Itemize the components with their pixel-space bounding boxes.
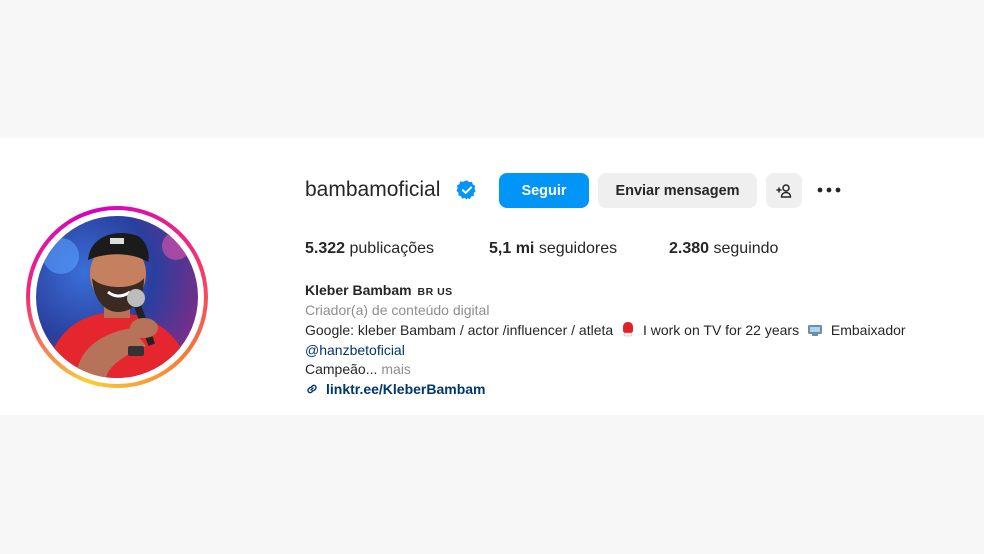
name-flags: BR US xyxy=(417,286,453,298)
more-options-icon[interactable] xyxy=(815,180,843,200)
avatar[interactable] xyxy=(36,216,198,378)
avatar-photo-illustration xyxy=(43,232,190,378)
boxing-glove-icon xyxy=(623,322,634,337)
bio-more-button[interactable]: mais xyxy=(381,361,411,377)
link-icon xyxy=(307,384,317,394)
send-message-button[interactable]: Enviar mensagem xyxy=(598,173,757,208)
profile-avatar-story-ring[interactable] xyxy=(26,206,208,388)
follow-button[interactable]: Seguir xyxy=(499,173,589,208)
profile-category: Criador(a) de conteúdo digital xyxy=(305,302,490,318)
bio-text: Google: kleber Bambam / actor /influence… xyxy=(305,322,906,338)
bio-mention-link[interactable]: @hanzbetoficial xyxy=(305,342,405,358)
tv-icon xyxy=(807,325,822,336)
following-count[interactable]: 2.380 seguindo xyxy=(669,240,778,258)
profile-full-name: Kleber Bambam BR US xyxy=(305,282,453,298)
add-user-icon xyxy=(776,183,792,198)
followers-count[interactable]: 5,1 mi seguidores xyxy=(489,240,617,258)
verified-icon xyxy=(456,180,476,200)
profile-username[interactable]: bambamoficial xyxy=(305,178,440,202)
suggested-users-button[interactable] xyxy=(766,173,802,208)
posts-count: 5.322 publicações xyxy=(305,240,434,257)
profile-external-link[interactable]: linktr.ee/KleberBambam xyxy=(305,381,486,397)
bio-second-line: Campeão... mais xyxy=(305,361,411,377)
